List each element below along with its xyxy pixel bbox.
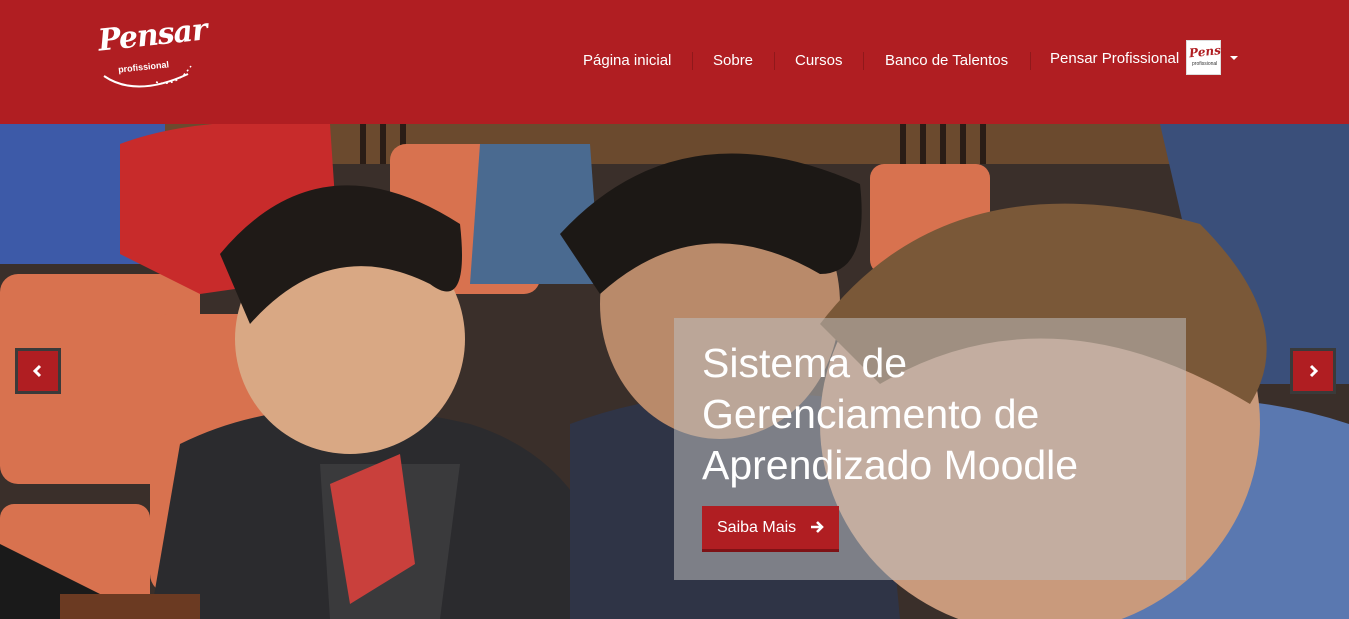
- nav-home[interactable]: Página inicial: [583, 52, 671, 69]
- brand-logo[interactable]: Pensar profissional: [96, 12, 208, 96]
- carousel-caption: Sistema de Gerenciamento de Aprendizado …: [674, 318, 1186, 580]
- site-header: Pensar profissional Página inicial Sobre…: [0, 0, 1349, 124]
- nav-divider: [863, 52, 864, 70]
- nav-about[interactable]: Sobre: [713, 52, 753, 69]
- nav-divider: [692, 52, 693, 70]
- caption-title: Sistema de Gerenciamento de Aprendizado …: [702, 340, 1079, 488]
- avatar-wordmark: Pensar: [1188, 41, 1236, 61]
- user-avatar[interactable]: Pensar profissional: [1186, 40, 1236, 75]
- carousel-next-button[interactable]: [1290, 348, 1336, 394]
- hero-carousel: Sistema de Gerenciamento de Aprendizado …: [0, 124, 1349, 619]
- chevron-left-icon: [32, 364, 42, 378]
- learn-more-button[interactable]: Saiba Mais: [702, 506, 839, 552]
- nav-talent-bank[interactable]: Banco de Talentos: [885, 52, 1008, 69]
- chevron-right-icon: [1309, 364, 1319, 378]
- nav-divider: [1030, 52, 1031, 70]
- arrow-right-icon: [811, 521, 824, 533]
- carousel-prev-button[interactable]: [15, 348, 61, 394]
- nav-divider: [774, 52, 775, 70]
- avatar-subtitle: profissional: [1192, 61, 1218, 67]
- user-menu-label[interactable]: Pensar Profissional: [1050, 50, 1179, 67]
- chevron-down-icon[interactable]: [1230, 56, 1238, 60]
- learn-more-label: Saiba Mais: [717, 518, 797, 536]
- nav-courses[interactable]: Cursos: [795, 52, 843, 69]
